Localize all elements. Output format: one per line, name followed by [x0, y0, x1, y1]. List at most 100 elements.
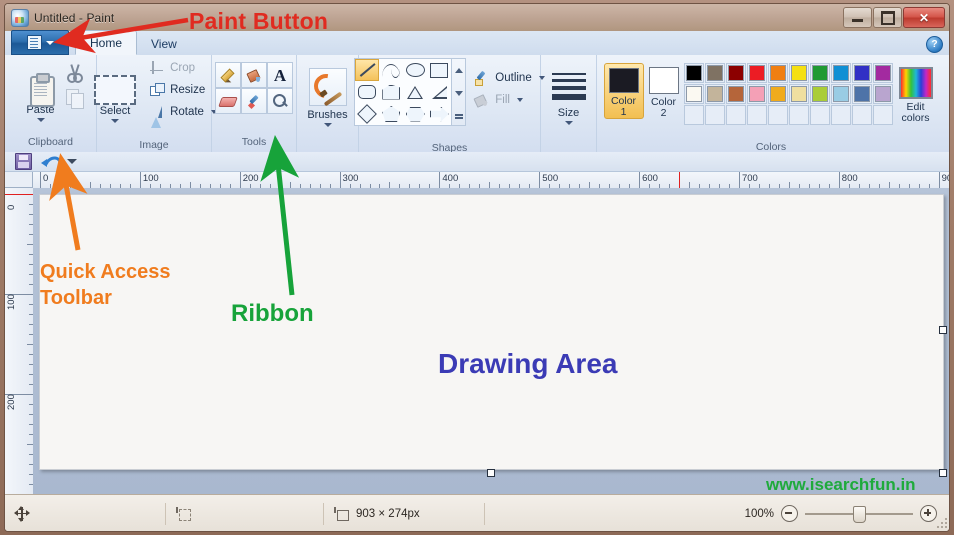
- eraser-tool-button[interactable]: [215, 88, 241, 114]
- palette-swatch-2-5[interactable]: [788, 105, 809, 125]
- help-icon[interactable]: ?: [926, 36, 943, 53]
- fill-tool-button[interactable]: [241, 62, 267, 88]
- color-1-button[interactable]: Color 1: [603, 63, 644, 119]
- palette-swatch-2-0[interactable]: [683, 105, 704, 125]
- customize-caret-icon[interactable]: [67, 159, 77, 164]
- shape-oval[interactable]: [403, 59, 427, 81]
- edit-colors-button[interactable]: Edit colors: [893, 63, 939, 124]
- palette-swatch-0-3[interactable]: [746, 63, 767, 83]
- title-bar: Untitled - Paint ✕: [5, 4, 949, 31]
- palette-swatch-0-2[interactable]: [725, 63, 746, 83]
- pencil-tool-button[interactable]: [215, 62, 241, 88]
- color-2-button[interactable]: Color 2: [644, 63, 684, 119]
- ruler-corner: [5, 172, 33, 188]
- zoom-slider-thumb[interactable]: [853, 506, 866, 523]
- shape-curve[interactable]: [379, 59, 403, 81]
- paste-button[interactable]: Paste: [18, 71, 64, 122]
- palette-swatch-0-1[interactable]: [704, 63, 725, 83]
- palette-swatch-2-6[interactable]: [809, 105, 830, 125]
- palette-swatch-2-3[interactable]: [746, 105, 767, 125]
- brushes-button[interactable]: Brushes: [302, 66, 354, 127]
- oval-shape-icon: [405, 63, 425, 77]
- status-divider: [484, 502, 485, 525]
- palette-swatch-1-8[interactable]: [851, 84, 872, 104]
- shape-diamond[interactable]: [355, 103, 379, 125]
- fill-button[interactable]: Fill: [474, 92, 544, 108]
- ruler-label: 900: [941, 173, 949, 184]
- shape-pentagon[interactable]: [379, 103, 403, 125]
- shape-rectangle[interactable]: [427, 59, 451, 81]
- select-button[interactable]: Select: [88, 72, 142, 123]
- tab-home[interactable]: Home: [75, 30, 138, 55]
- chevron-up-icon[interactable]: [454, 68, 463, 74]
- shape-right-triangle[interactable]: [427, 81, 451, 103]
- paint-menu-button[interactable]: [11, 30, 69, 55]
- palette-swatch-0-4[interactable]: [767, 63, 788, 83]
- swatch-color: [748, 86, 765, 102]
- palette-swatch-0-8[interactable]: [851, 63, 872, 83]
- zoom-out-icon[interactable]: [781, 505, 798, 522]
- text-tool-button[interactable]: A: [267, 62, 293, 88]
- chevron-down-icon[interactable]: [454, 91, 463, 97]
- paint-app-icon: [11, 8, 29, 27]
- canvas-resize-handle-bottom[interactable]: [487, 469, 495, 477]
- swatch-color: [811, 65, 828, 81]
- shapes-scrollbar[interactable]: [452, 58, 467, 126]
- palette-swatch-1-7[interactable]: [830, 84, 851, 104]
- palette-swatch-1-3[interactable]: [746, 84, 767, 104]
- chevron-down-icon[interactable]: [111, 119, 120, 123]
- palette-swatch-2-1[interactable]: [704, 105, 725, 125]
- palette-swatch-1-4[interactable]: [767, 84, 788, 104]
- palette-swatch-0-5[interactable]: [788, 63, 809, 83]
- palette-swatch-2-7[interactable]: [830, 105, 851, 125]
- undo-icon[interactable]: [41, 154, 58, 169]
- canvas-paper[interactable]: [39, 194, 944, 470]
- palette-swatch-0-7[interactable]: [830, 63, 851, 83]
- shape-polygon[interactable]: [379, 81, 403, 103]
- chevron-down-icon[interactable]: [36, 117, 45, 122]
- save-icon[interactable]: [15, 153, 32, 170]
- chevron-down-icon[interactable]: [564, 121, 573, 125]
- palette-swatch-1-9[interactable]: [872, 84, 893, 104]
- palette-swatch-0-6[interactable]: [809, 63, 830, 83]
- zoom-slider[interactable]: [805, 506, 913, 523]
- zoom-in-icon[interactable]: [920, 505, 937, 522]
- palette-swatch-2-9[interactable]: [872, 105, 893, 125]
- shape-rounded-rectangle[interactable]: [355, 81, 379, 103]
- palette-swatch-1-6[interactable]: [809, 84, 830, 104]
- magnifier-tool-button[interactable]: [267, 88, 293, 114]
- tab-view[interactable]: View: [137, 33, 191, 55]
- cut-button[interactable]: [66, 63, 84, 83]
- copy-button[interactable]: [65, 88, 84, 109]
- window-resize-grip[interactable]: [936, 517, 948, 529]
- shape-triangle[interactable]: [403, 81, 427, 103]
- status-bar: 903 × 274px 100%: [5, 494, 949, 531]
- size-button[interactable]: Size: [545, 67, 593, 125]
- palette-swatch-2-4[interactable]: [767, 105, 788, 125]
- expand-gallery-icon[interactable]: [454, 114, 463, 116]
- crop-label: Crop: [170, 61, 195, 74]
- palette-swatch-1-0[interactable]: [683, 84, 704, 104]
- drawing-canvas-area[interactable]: [33, 188, 949, 494]
- palette-swatch-2-2[interactable]: [725, 105, 746, 125]
- palette-swatch-0-9[interactable]: [872, 63, 893, 83]
- palette-swatch-1-2[interactable]: [725, 84, 746, 104]
- chevron-down-icon[interactable]: [323, 122, 332, 127]
- palette-swatch-0-0[interactable]: [683, 63, 704, 83]
- group-label-tools: Tools: [241, 136, 267, 148]
- chevron-down-icon: [45, 40, 54, 45]
- palette-swatch-1-1[interactable]: [704, 84, 725, 104]
- minimize-button[interactable]: [843, 7, 872, 28]
- outline-button[interactable]: Outline: [474, 70, 545, 86]
- canvas-resize-handle-corner[interactable]: [939, 469, 947, 477]
- color-palette[interactable]: [683, 63, 893, 139]
- color-picker-tool-button[interactable]: [241, 88, 267, 114]
- shape-line[interactable]: [355, 59, 380, 81]
- shape-hexagon[interactable]: [403, 103, 427, 125]
- palette-swatch-1-5[interactable]: [788, 84, 809, 104]
- maximize-button[interactable]: [873, 7, 902, 28]
- shape-right-arrow[interactable]: [427, 103, 451, 125]
- canvas-resize-handle-right[interactable]: [939, 326, 947, 334]
- close-button[interactable]: ✕: [903, 7, 945, 28]
- palette-swatch-2-8[interactable]: [851, 105, 872, 125]
